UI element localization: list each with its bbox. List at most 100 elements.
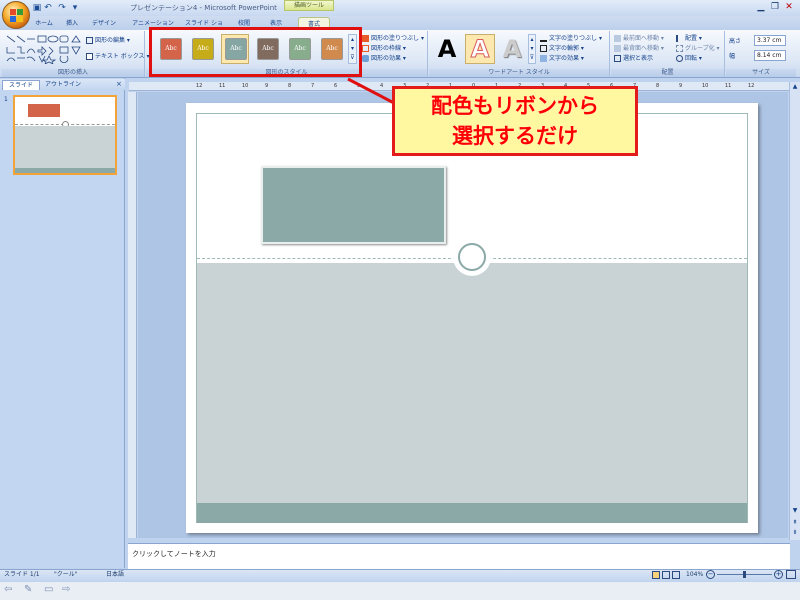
minimize-icon[interactable]: ▁: [755, 2, 767, 13]
selected-shape[interactable]: [261, 166, 446, 244]
zoom-in-icon[interactable]: +: [774, 570, 783, 579]
align-button[interactable]: 配置 ▾: [676, 35, 702, 43]
text-fill-button[interactable]: 文字の塗りつぶし ▾: [540, 35, 602, 43]
undo-icon[interactable]: ↶: [43, 3, 53, 13]
status-language: 日本語: [106, 571, 125, 578]
paint-bucket-icon: [362, 35, 369, 42]
tab-slides[interactable]: スライド: [2, 80, 40, 90]
title-bar: [0, 0, 800, 16]
close-panel-icon[interactable]: ×: [116, 80, 122, 88]
back-arrow-icon[interactable]: ⇦: [4, 584, 12, 595]
zoom-out-icon[interactable]: −: [706, 570, 715, 579]
ribbon-tab-bar: [0, 16, 800, 30]
scroll-down-icon[interactable]: ▼: [790, 506, 800, 516]
restore-icon[interactable]: ❐: [769, 2, 781, 13]
wordart-style-silver[interactable]: A: [498, 34, 526, 64]
tab-home[interactable]: ホーム: [32, 17, 56, 30]
height-input[interactable]: 3.37 cm: [754, 35, 786, 46]
bring-front-button[interactable]: 最前面へ移動 ▾: [614, 35, 664, 43]
group-label-insert-shapes: 図形の挿入: [2, 69, 144, 77]
wordart-style-black[interactable]: A: [433, 34, 461, 64]
slide-number: 1: [4, 96, 8, 103]
effects-icon: [362, 55, 369, 62]
slide-thumbnail[interactable]: [13, 95, 117, 175]
vertical-scrollbar[interactable]: ▲ ▼ ⇞ ⇟: [789, 82, 800, 540]
sorter-view-icon[interactable]: [662, 571, 670, 579]
status-theme: "クール": [54, 571, 78, 578]
center-circle: [458, 243, 486, 271]
selection-pane-icon: [614, 55, 621, 62]
status-slide: スライド 1/1: [4, 571, 40, 578]
ruler-tick-label: 10: [242, 83, 249, 89]
tab-outline[interactable]: アウトライン: [42, 80, 84, 90]
zoom-level[interactable]: 104%: [686, 570, 703, 580]
bring-front-icon: [614, 35, 621, 42]
ruler-tick-label: 12: [196, 83, 203, 89]
forward-arrow-icon[interactable]: ⇨: [62, 584, 70, 595]
content-area: [197, 263, 747, 503]
shape-outline-label: 図形の枠線: [371, 45, 402, 52]
edit-icon[interactable]: ✎: [24, 584, 32, 595]
text-fill-icon: [540, 35, 547, 42]
rotate-label: 回転: [685, 55, 698, 62]
scroll-up-icon[interactable]: ▲: [790, 82, 800, 92]
callout-line-1: 配色もリボンから: [431, 94, 599, 118]
close-icon[interactable]: ✕: [783, 2, 795, 13]
tab-design[interactable]: デザイン: [90, 17, 118, 30]
slideshow-view-icon[interactable]: [672, 571, 680, 579]
text-outline-button[interactable]: 文字の輪郭 ▾: [540, 45, 584, 53]
fit-window-icon[interactable]: [786, 570, 796, 579]
office-button[interactable]: [2, 1, 30, 29]
edit-shape-button[interactable]: 図形の編集 ▾: [86, 37, 130, 45]
ruler-tick-label: 12: [748, 83, 755, 89]
footer-bar: [197, 503, 747, 523]
office-logo-icon: [10, 9, 16, 15]
contextual-tool-label: 描画ツール: [284, 0, 334, 11]
notes-pane[interactable]: クリックしてノートを入力: [128, 543, 790, 569]
thumb-shape: [28, 104, 60, 117]
selection-pane-label: 選択と表示: [623, 55, 654, 62]
send-back-button[interactable]: 最背面へ移動 ▾: [614, 45, 664, 53]
shape-outline-button[interactable]: 図形の枠線 ▾: [362, 45, 406, 53]
send-back-label: 最背面へ移動: [623, 45, 660, 52]
shape-effects-button[interactable]: 図形の効果 ▾: [362, 55, 406, 63]
rotate-icon: [676, 55, 683, 62]
rotate-button[interactable]: 回転 ▾: [676, 55, 702, 63]
edit-shape-label: 図形の編集: [95, 37, 126, 44]
callout-pointer-line: [347, 77, 395, 105]
send-back-icon: [614, 45, 621, 52]
wordart-style-outline[interactable]: A: [465, 34, 495, 64]
text-effects-button[interactable]: 文字の効果 ▾: [540, 55, 584, 63]
tab-insert[interactable]: 挿入: [62, 17, 82, 30]
redo-icon[interactable]: ↷: [57, 3, 67, 13]
slide[interactable]: [186, 103, 758, 533]
pen-icon: [362, 45, 369, 52]
save-icon[interactable]: ▣: [32, 3, 42, 13]
shape-fill-label: 図形の塗りつぶし: [371, 35, 420, 42]
width-input[interactable]: 8.14 cm: [754, 50, 786, 61]
zoom-slider-thumb[interactable]: [743, 571, 746, 578]
ruler-tick-label: 8: [288, 83, 292, 89]
shape-effects-label: 図形の効果: [371, 55, 402, 62]
shape-gallery[interactable]: [5, 34, 83, 64]
ruler-tick-label: 9: [679, 83, 683, 89]
notes-placeholder: クリックしてノートを入力: [132, 550, 216, 558]
group-button[interactable]: グループ化 ▾: [676, 45, 720, 53]
normal-view-icon[interactable]: [652, 571, 660, 579]
text-box-button[interactable]: テキスト ボックス ▾: [86, 53, 149, 61]
prev-slide-icon[interactable]: ⇞: [790, 519, 800, 527]
selection-pane-button[interactable]: 選択と表示: [614, 55, 653, 63]
slide-icon[interactable]: ▭: [44, 584, 53, 595]
next-slide-icon[interactable]: ⇟: [790, 529, 800, 537]
group-label-wordart: ワードアート スタイル: [429, 69, 609, 77]
group-icon: [676, 45, 683, 52]
text-effects-icon: [540, 55, 547, 62]
text-outline-label: 文字の輪郭: [549, 45, 580, 52]
bring-front-label: 最前面へ移動: [623, 35, 660, 42]
edit-shape-icon: [86, 37, 93, 44]
wordart-gallery-scroll[interactable]: ▴ ▾ ⊽: [528, 34, 536, 64]
shape-fill-button[interactable]: 図形の塗りつぶし ▾: [362, 35, 424, 43]
ruler-tick-label: 11: [219, 83, 226, 89]
quick-access-dropdown-icon[interactable]: ▾: [70, 3, 80, 13]
group-label-arrange: 配置: [611, 69, 724, 77]
